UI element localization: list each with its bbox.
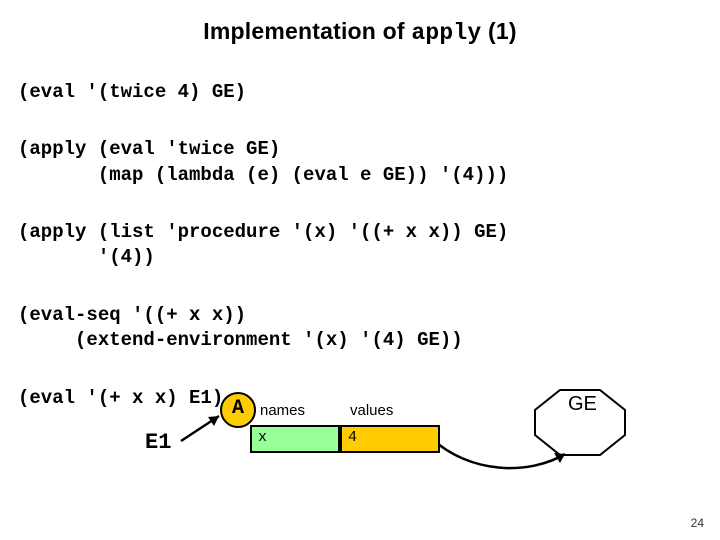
code-line-1: (eval '(twice 4) GE) bbox=[18, 80, 702, 106]
title-mono: apply bbox=[411, 20, 481, 46]
slide-title: Implementation of apply (1) bbox=[0, 0, 720, 46]
a-circle: A bbox=[220, 392, 256, 428]
environment-diagram: GE E1 A names values x 4 bbox=[0, 380, 720, 500]
values-header: values bbox=[350, 402, 393, 419]
code-line-4: (eval-seq '((+ x x)) (extend-environment… bbox=[18, 303, 702, 354]
names-header: names bbox=[260, 402, 305, 419]
code-line-3: (apply (list 'procedure '(x) '((+ x x)) … bbox=[18, 220, 702, 271]
ge-label: GE bbox=[568, 393, 597, 415]
title-prefix: Implementation of bbox=[203, 18, 411, 44]
e1-label: E1 bbox=[145, 430, 171, 455]
title-suffix: (1) bbox=[481, 18, 516, 44]
page-number: 24 bbox=[691, 516, 704, 530]
values-cell: 4 bbox=[340, 425, 440, 453]
names-cell: x bbox=[250, 425, 340, 453]
code-line-2: (apply (eval 'twice GE) (map (lambda (e)… bbox=[18, 137, 702, 188]
